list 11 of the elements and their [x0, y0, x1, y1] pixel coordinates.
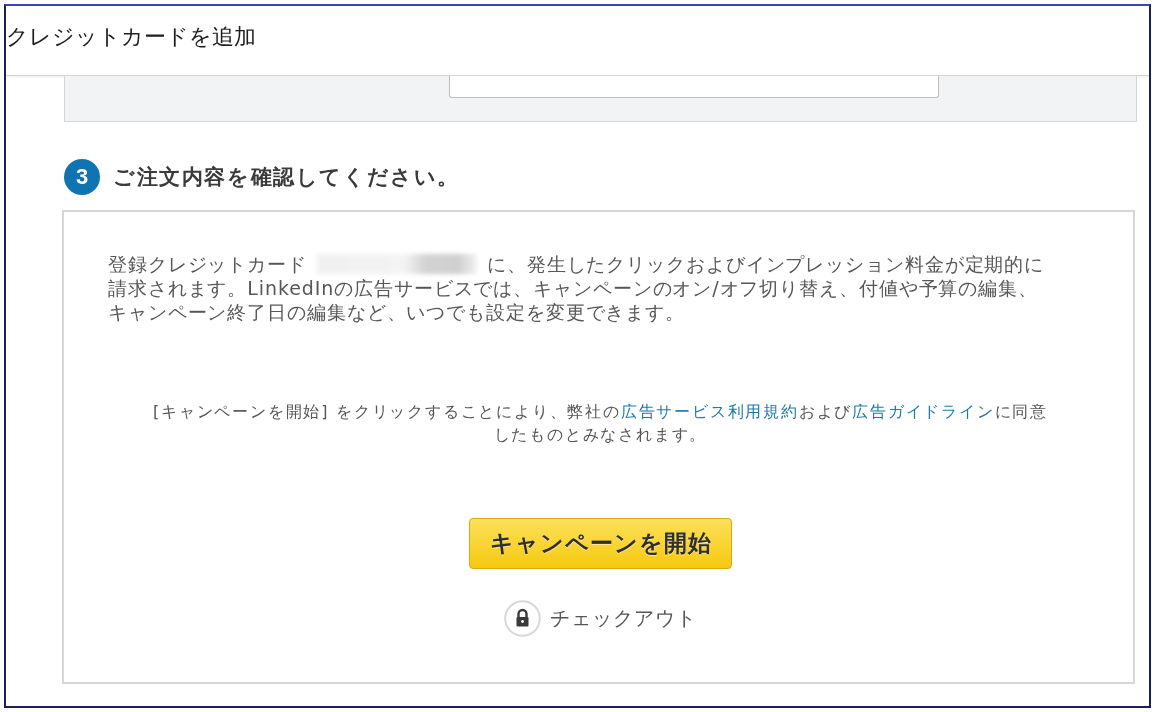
lock-icon — [504, 600, 541, 637]
step-title: ご注文内容を確認してください。 — [113, 164, 460, 191]
dialog-title: クレジットカードを追加 — [6, 23, 256, 51]
terms-agreement-text: [キャンペーンを開始] をクリックすることにより、弊社の広告サービス利用規約 および広告ガイドライン に同意したものとみなされます。 — [151, 401, 1050, 446]
billing-description: 登録クレジットカード に、発生したクリックおよびインプレッション料金が定期的に請求されます。LinkedInの広告サービスでは、キャンペーンのオン/オフ切り替え、付値や予算の編集、キャンペーン終了日の編集など、いつでも設定を変更できます。 — [108, 252, 1046, 324]
start-campaign-button[interactable]: キャンペーンを開始 — [469, 518, 732, 569]
terms-link[interactable]: 広告ガイドライン — [852, 402, 995, 421]
step-number-badge: 3 — [64, 159, 100, 195]
coupon-input-field[interactable] — [449, 76, 939, 98]
checkout-label: チェックアウト — [550, 605, 697, 632]
terms-link[interactable]: 広告サービス利用規約 — [620, 402, 799, 421]
